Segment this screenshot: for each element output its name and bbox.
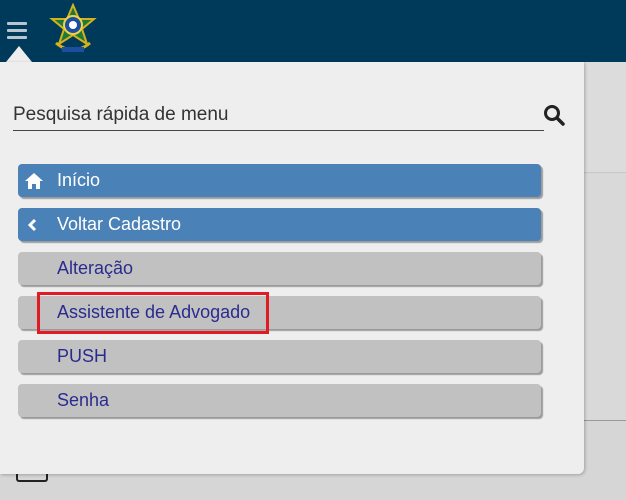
menu-list: Início Voltar Cadastro Alteração Assiste… (18, 164, 541, 428)
background-footer (0, 472, 626, 500)
menu-item-label: PUSH (57, 346, 108, 366)
hamburger-icon[interactable] (7, 22, 27, 40)
menu-panel: Início Voltar Cadastro Alteração Assiste… (0, 62, 584, 474)
menu-item-senha[interactable]: Senha (18, 384, 541, 417)
menu-item-alteracao[interactable]: Alteração (18, 252, 541, 285)
menu-item-assistente-de-advogado[interactable]: Assistente de Advogado (18, 296, 541, 329)
menu-item-voltar-cadastro[interactable]: Voltar Cadastro (18, 208, 541, 241)
home-icon (25, 173, 43, 189)
menu-search-input[interactable] (13, 100, 544, 131)
menu-item-push[interactable]: PUSH (18, 340, 541, 373)
menu-item-label: Assistente de Advogado (57, 302, 251, 322)
search-icon[interactable] (543, 104, 565, 126)
menu-caret (6, 46, 32, 62)
menu-item-label: Senha (57, 390, 110, 410)
menu-item-label: Alteração (57, 258, 134, 278)
chevron-left-icon (27, 218, 37, 232)
menu-item-label: Voltar Cadastro (57, 214, 182, 234)
coat-of-arms-logo[interactable] (48, 3, 98, 57)
top-bar (0, 0, 626, 62)
search-row (13, 100, 565, 132)
background-content (584, 62, 626, 500)
menu-item-label: Início (57, 170, 101, 190)
menu-item-inicio[interactable]: Início (18, 164, 541, 197)
